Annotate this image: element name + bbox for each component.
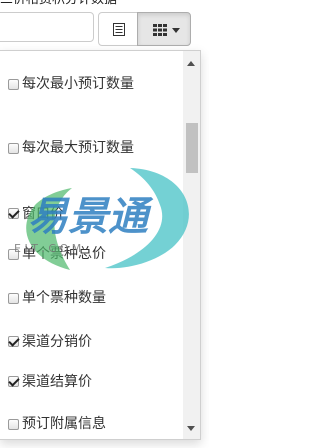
scroll-down-arrow-icon[interactable] [187,426,195,431]
toggle-list-view-button[interactable] [98,12,138,46]
column-picker-screen: 三价格费积分计数据 每次最小预订数量 [0,0,209,448]
scrollbar-thumb[interactable] [186,123,198,173]
column-option-label: 渠道分销价 [22,334,92,350]
column-option-channel-distribution-price[interactable]: 渠道分销价 [0,331,178,353]
column-checkbox[interactable] [8,293,19,304]
caret-down-icon [172,28,180,33]
column-checkbox[interactable] [8,79,19,90]
dropdown-scrollbar[interactable] [183,51,200,439]
column-option-ticket-total-price[interactable]: 单个票种总价 [0,243,178,265]
truncated-header-text: 三价格费积分计数据 [0,0,117,8]
column-option-label: 窗口价 [22,206,64,222]
search-input[interactable] [0,12,94,42]
column-option-ticket-quantity[interactable]: 单个票种数量 [0,287,178,309]
column-option-label: 渠道结算价 [22,374,92,390]
column-checkbox[interactable] [8,249,19,260]
columns-dropdown-menu: 每次最小预订数量 每次最大预订数量 窗口价 单个票种总价 单个票种数量 渠道分销… [0,50,201,440]
column-checkbox[interactable] [8,376,19,387]
column-checkbox[interactable] [8,143,19,154]
column-option-channel-settlement-price[interactable]: 渠道结算价 [0,371,178,393]
column-option-window-price[interactable]: 窗口价 [0,203,178,225]
list-view-icon [113,23,125,36]
column-option-label: 预订附属信息 [22,416,106,432]
column-option-label: 单个票种数量 [22,290,106,306]
column-option-min-booking-qty[interactable]: 每次最小预订数量 [0,73,178,95]
column-option-booking-extra-info[interactable]: 预订附属信息 [0,413,178,435]
scroll-up-arrow-icon[interactable] [187,61,195,66]
columns-grid-icon [153,24,167,36]
column-option-max-booking-qty[interactable]: 每次最大预订数量 [0,137,178,159]
column-option-label: 每次最大预订数量 [22,140,134,156]
columns-dropdown-button[interactable] [137,12,191,46]
column-option-label: 单个票种总价 [22,246,106,262]
column-checkbox[interactable] [8,336,19,347]
column-checkbox[interactable] [8,208,19,219]
column-checkbox[interactable] [8,419,19,430]
column-option-label: 每次最小预订数量 [22,76,134,92]
